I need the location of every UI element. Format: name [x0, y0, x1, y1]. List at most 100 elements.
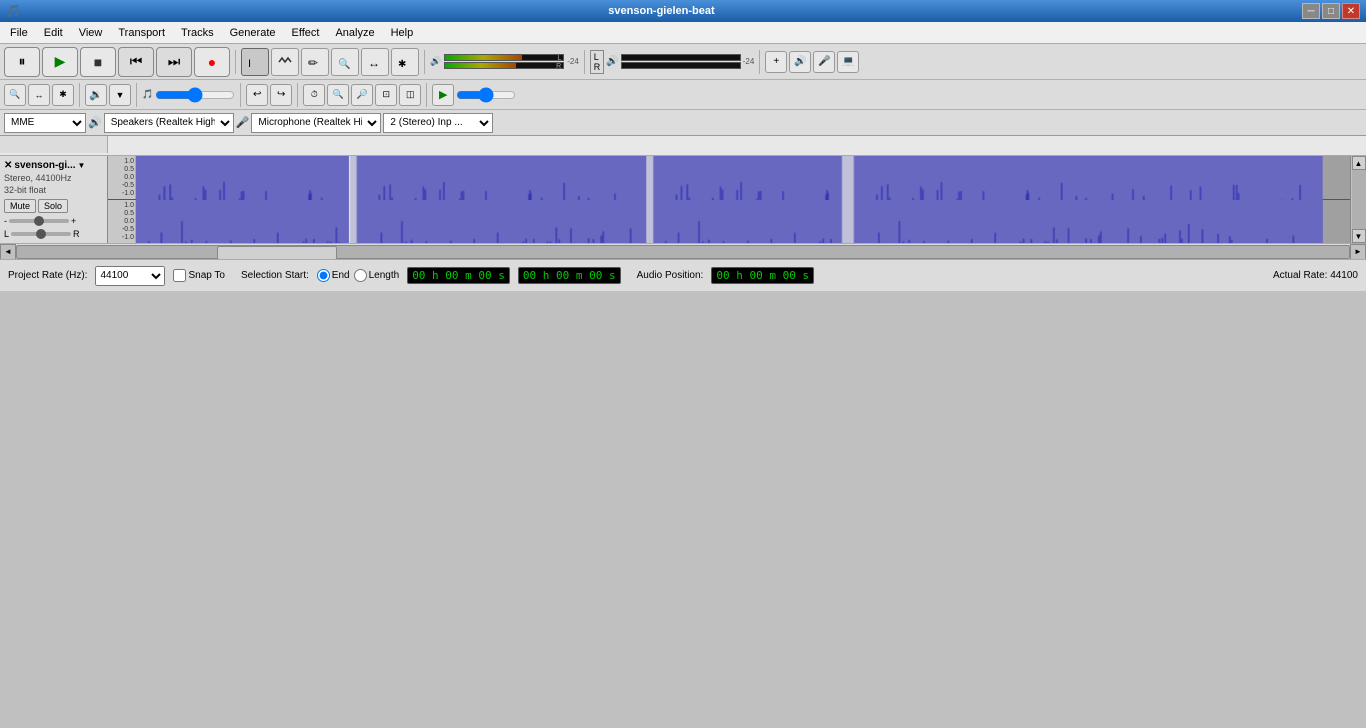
mute-button[interactable]: Mute — [4, 199, 36, 213]
time-display-button[interactable]: ⏱ — [303, 84, 325, 106]
track-info-bit: 32-bit float — [4, 185, 103, 195]
menu-file[interactable]: File — [2, 25, 36, 41]
y-label-1-bot: 1.0 — [109, 202, 134, 209]
draw-tool-button[interactable]: ✏ — [301, 48, 329, 76]
menu-edit[interactable]: Edit — [36, 25, 71, 41]
selection-start-label: Selection Start: — [241, 270, 309, 281]
stop-button[interactable]: ■ — [80, 47, 116, 77]
multi-tool-button[interactable]: ✱ — [391, 48, 419, 76]
separator1 — [235, 50, 236, 74]
ruler-spacer — [0, 136, 108, 153]
separator3 — [584, 50, 585, 74]
track-close-button[interactable]: ✕ — [4, 160, 12, 171]
envelope-tool-button[interactable] — [271, 48, 299, 76]
r-indicator: R — [594, 62, 601, 72]
menu-transport[interactable]: Transport — [110, 25, 173, 41]
scroll-left-arrow[interactable]: ◄ — [0, 244, 16, 260]
scroll-thumb-horiz[interactable] — [217, 246, 337, 260]
scroll-track-horiz[interactable] — [16, 245, 1350, 259]
sep8 — [297, 83, 298, 107]
track-buttons: Mute Solo — [4, 199, 103, 213]
project-rate-label: Project Rate (Hz): — [8, 270, 87, 281]
speaker2-icon: 🔊 — [789, 51, 811, 73]
scroll-right-arrow[interactable]: ► — [1350, 244, 1366, 260]
timeshift-tool-button[interactable]: ↔ — [361, 48, 389, 76]
speed-label: 🎵 — [142, 89, 153, 100]
sep6 — [136, 83, 137, 107]
vol-slider-area[interactable]: ▼ — [109, 84, 131, 106]
lr-indicator: L R — [590, 50, 605, 74]
menu-view[interactable]: View — [71, 25, 111, 41]
zoom-out2-button[interactable]: 🔎 — [351, 84, 373, 106]
playback-level-area: 🔊 -24 — [606, 54, 754, 69]
track-info-hz: Stereo, 44100Hz — [4, 173, 103, 183]
zoom-out-tool-button[interactable]: 🔍 — [331, 48, 359, 76]
playback-speed-slider[interactable] — [155, 87, 235, 103]
solo-button[interactable]: Solo — [38, 199, 68, 213]
title-bar: 🎵 svenson-gielen-beat ─ □ ✕ — [0, 0, 1366, 22]
horizontal-scrollbar[interactable]: ◄ ► — [0, 243, 1366, 259]
svg-text:✏: ✏ — [308, 56, 318, 69]
record-device-select[interactable]: Microphone (Realtek Hi... — [251, 113, 381, 133]
selection-tool-button[interactable]: I — [241, 48, 269, 76]
playback-level-meter — [621, 54, 741, 69]
bottom-controls-bar: Project Rate (Hz): 44100 48000 96000 Sna… — [0, 259, 1366, 291]
channels-select[interactable]: 2 (Stereo) Inp ... — [383, 113, 493, 133]
zoom-normal-button[interactable]: 🔍 — [327, 84, 349, 106]
pan-slider[interactable] — [11, 232, 71, 236]
separator4 — [759, 50, 760, 74]
menu-tracks[interactable]: Tracks — [173, 25, 222, 41]
y-label-05-top: 0.5 — [109, 166, 134, 173]
vol-down-button[interactable]: 🔉 — [85, 84, 107, 106]
zoom-in-button[interactable]: + — [765, 51, 787, 73]
y-label-0-top: 0.0 — [109, 174, 134, 181]
close-button[interactable]: ✕ — [1342, 3, 1360, 19]
end-radio[interactable] — [317, 269, 330, 282]
menu-generate[interactable]: Generate — [222, 25, 284, 41]
pause-button[interactable]: ⏸ — [4, 47, 40, 77]
track-name: ✕ svenson-gi... ▼ — [4, 160, 103, 171]
waveform-top-channel: 1.0 0.5 0.0 -0.5 -1.0 — [108, 156, 1350, 200]
play-button[interactable]: ▶ — [42, 47, 78, 77]
fit-horiz-button[interactable]: ↔ — [28, 84, 50, 106]
meter-scale: -24 — [567, 57, 579, 66]
skip-end-button[interactable]: ⏭ — [156, 47, 192, 77]
redo-button[interactable]: ↪ — [270, 84, 292, 106]
fit-vert-button[interactable]: ✱ — [52, 84, 74, 106]
length-radio[interactable] — [354, 269, 367, 282]
scroll-down-arrow[interactable]: ▼ — [1352, 229, 1366, 243]
y-label-n1-bot: -1.0 — [109, 234, 134, 241]
toolbar-row1: ⏸ ▶ ■ ⏮ ⏭ ● I ✏ 🔍 ↔ ✱ 🔊 L R — [0, 44, 1366, 80]
zoom-fit-button[interactable]: ⊡ — [375, 84, 397, 106]
track-menu-icon[interactable]: ▼ — [78, 161, 86, 170]
svg-text:↔: ↔ — [368, 56, 380, 69]
api-select[interactable]: MME DirectSound WASAPI — [4, 113, 86, 133]
mic-icon: 🎤 — [813, 51, 835, 73]
speed-slider[interactable] — [456, 87, 516, 103]
timeline-ruler: -3.0-2.0-1.001.02.03.04.05.06.07.08.09.0… — [0, 136, 1366, 156]
sep5 — [79, 83, 80, 107]
zoom-sel-in-button[interactable]: 🔍 — [4, 84, 26, 106]
undo-button[interactable]: ↩ — [246, 84, 268, 106]
waveform-area: 1.0 0.5 0.0 -0.5 -1.0 1.0 0.5 0.0 -0.5 -… — [108, 156, 1350, 243]
gain-row: - + — [4, 216, 103, 226]
snap-to-checkbox[interactable] — [173, 269, 186, 282]
scroll-up-arrow[interactable]: ▲ — [1352, 156, 1366, 170]
menu-analyze[interactable]: Analyze — [327, 25, 382, 41]
playback-device-select[interactable]: Speakers (Realtek High ... — [104, 113, 234, 133]
speaker-icon: 🔊 — [606, 56, 618, 67]
maximize-button[interactable]: □ — [1322, 3, 1340, 19]
pan-r-label: R — [73, 229, 80, 239]
skip-start-button[interactable]: ⏮ — [118, 47, 154, 77]
menu-help[interactable]: Help — [383, 25, 422, 41]
sep9 — [426, 83, 427, 107]
y-label-05-bot: 0.5 — [109, 210, 134, 217]
play-at-speed-button[interactable]: ▶ — [432, 84, 454, 106]
zoom-sel2-button[interactable]: ◫ — [399, 84, 421, 106]
vertical-scrollbar[interactable]: ▲ ▼ — [1350, 156, 1366, 243]
project-rate-select[interactable]: 44100 48000 96000 — [95, 266, 165, 286]
minimize-button[interactable]: ─ — [1302, 3, 1320, 19]
gain-slider[interactable] — [9, 219, 69, 223]
record-button[interactable]: ● — [194, 47, 230, 77]
menu-effect[interactable]: Effect — [284, 25, 328, 41]
